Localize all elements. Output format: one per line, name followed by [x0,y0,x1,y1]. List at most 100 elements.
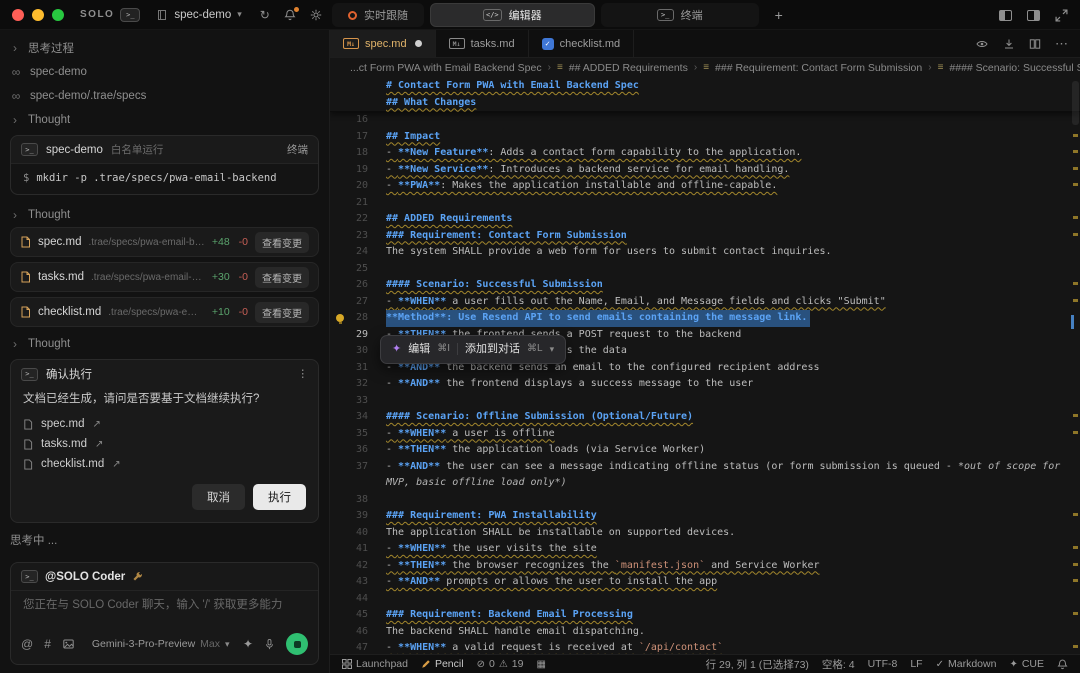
code-line[interactable]: # Contact Form PWA with Email Backend Sp… [330,78,1080,95]
tab-live-follow[interactable]: 实时跟随 [332,3,424,27]
code-line[interactable]: 39### Requirement: PWA Installability [330,508,1080,525]
file-change-row[interactable]: spec.md .trae/specs/pwa-email-backend/..… [10,227,319,257]
sidebar-item-thought[interactable]: › Thought [10,108,319,132]
stop-generation-button[interactable] [286,633,308,655]
code-line[interactable]: 27- **WHEN** a user fills out the Name, … [330,294,1080,311]
scrollbar-thumb[interactable] [1072,81,1079,125]
preview-icon[interactable] [975,38,989,50]
file-change-row[interactable]: checklist.md .trae/specs/pwa-email-back.… [10,297,319,327]
tools-icon[interactable] [132,571,143,582]
code-line[interactable]: 40The application SHALL be installable o… [330,525,1080,542]
code-line[interactable]: 16 [330,112,1080,129]
code-line[interactable]: 47- **WHEN** a valid request is received… [330,640,1080,654]
code-line[interactable]: 24The system SHALL provide a web form fo… [330,244,1080,261]
code-line[interactable]: 32- **AND** the frontend displays a succ… [330,376,1080,393]
workspace-selector[interactable]: spec-demo ▾ [156,9,241,21]
code-line[interactable]: 38 [330,492,1080,509]
code-line[interactable]: 19- **New Service**: Introduces a backen… [330,162,1080,179]
editor-tab-checklist[interactable]: ✓ checklist.md [529,30,635,57]
more-options-icon[interactable]: ⋮ [298,368,309,380]
code-line[interactable]: 44 [330,591,1080,608]
toggle-right-panel-icon[interactable] [1027,10,1040,21]
history-icon[interactable]: ↻ [260,8,270,22]
confirm-file-link[interactable]: tasks.md ↗ [11,434,318,454]
open-terminal-button[interactable]: 终端 [287,142,308,157]
more-actions-icon[interactable]: ⋯ [1055,36,1068,52]
indent-setting[interactable]: 空格: 4 [822,657,855,672]
context-icon[interactable]: # [44,637,51,651]
code-line[interactable]: 43- **AND** prompts or allows the user t… [330,574,1080,591]
model-selector[interactable]: Gemini-3-Pro-Preview Max ▾ [92,638,230,650]
code-line[interactable]: 41- **WHEN** the user visits the site [330,541,1080,558]
toggle-left-panel-icon[interactable] [999,10,1012,21]
breadcrumb-item[interactable]: ...ct Form PWA with Email Backend Spec [350,62,542,74]
split-editor-icon[interactable] [1029,38,1041,50]
breadcrumb-item[interactable]: #### Scenario: Successful Submission [949,62,1080,74]
lightbulb-icon[interactable] [336,314,344,322]
code-line[interactable]: 18- **New Feature**: Adds a contact form… [330,145,1080,162]
code-line[interactable]: 46The backend SHALL handle email dispatc… [330,624,1080,641]
code-line[interactable]: 37- **AND** the user can see a message i… [330,459,1080,476]
code-line[interactable]: 42- **THEN** the browser recognizes the … [330,558,1080,575]
cursor-position[interactable]: 行 29, 列 1 (已选择73) [706,657,809,672]
code-line[interactable]: 36- **THEN** the application loads (via … [330,442,1080,459]
file-change-row[interactable]: tasks.md .trae/specs/pwa-email-backend..… [10,262,319,292]
pencil-button[interactable]: Pencil [421,658,464,670]
tab-editor[interactable]: </> 编辑器 [430,3,595,27]
code-line[interactable]: 26#### Scenario: Successful Submission [330,277,1080,294]
chat-input[interactable]: 您正在与 SOLO Coder 聊天，输入 '/' 获取更多能力 [11,591,318,627]
zoom-window-button[interactable] [52,9,64,21]
sidebar-ref-specs-path[interactable]: ∞ spec-demo/.trae/specs [10,84,319,108]
code-line[interactable]: 35- **WHEN** a user is offline [330,426,1080,443]
collapse-window-icon[interactable] [1055,9,1068,22]
image-icon[interactable] [62,638,75,650]
close-window-button[interactable] [12,9,24,21]
problems-indicator[interactable]: ⊘ 0 ⚠ 19 [477,658,524,670]
editor-tab-spec[interactable]: M↓ spec.md [330,30,436,57]
chevron-down-icon[interactable]: ▾ [550,341,555,358]
code-line[interactable]: 28**Method**: Use Resend API to send ema… [330,310,1080,327]
view-changes-button[interactable]: 查看变更 [255,232,309,253]
overview-ruler[interactable] [1070,77,1080,654]
ports-icon[interactable]: ▦ [536,659,545,670]
enhance-prompt-icon[interactable]: ✦ [243,637,253,651]
sidebar-ref-spec-demo[interactable]: ∞ spec-demo [10,60,319,84]
code-line[interactable]: 33 [330,393,1080,410]
launchpad-button[interactable]: Launchpad [342,658,408,670]
code-line[interactable]: 17## Impact [330,129,1080,146]
code-line[interactable]: 20- **PWA**: Makes the application insta… [330,178,1080,195]
confirm-file-link[interactable]: checklist.md ↗ [11,454,318,474]
minimize-window-button[interactable] [32,9,44,21]
mention-icon[interactable]: @ [21,637,33,651]
add-tab-button[interactable]: + [765,3,793,27]
editor-tab-tasks[interactable]: M↓ tasks.md [436,30,529,57]
confirm-file-link[interactable]: spec.md ↗ [11,414,318,434]
code-line[interactable]: 34#### Scenario: Offline Submission (Opt… [330,409,1080,426]
settings-gear-icon[interactable] [310,9,322,21]
breadcrumb-item[interactable]: ### Requirement: Contact Form Submission [715,62,922,74]
run-button[interactable]: 执行 [253,484,306,510]
sidebar-item-thought[interactable]: › Thought [10,332,319,356]
sidebar-item-think-process[interactable]: › 思考过程 [10,36,319,60]
eol-setting[interactable]: LF [910,658,922,670]
add-to-chat-button[interactable]: 添加到对话 [465,341,520,358]
cue-indicator[interactable]: ✦ CUE [1009,658,1044,670]
code-line[interactable]: 45### Requirement: Backend Email Process… [330,607,1080,624]
code-line[interactable]: 22## ADDED Requirements [330,211,1080,228]
cancel-button[interactable]: 取消 [192,484,245,510]
tab-terminal[interactable]: >_ 终端 [601,3,759,27]
sidebar-item-thought[interactable]: › Thought [10,203,319,227]
breadcrumb-item[interactable]: ## ADDED Requirements [569,62,688,74]
download-icon[interactable] [1003,38,1015,50]
code-line[interactable]: 23### Requirement: Contact Form Submissi… [330,228,1080,245]
encoding-setting[interactable]: UTF-8 [868,658,898,670]
view-changes-button[interactable]: 查看变更 [255,302,309,323]
microphone-icon[interactable] [264,638,275,651]
code-line[interactable]: ## What Changes [330,95,1080,112]
view-changes-button[interactable]: 查看变更 [255,267,309,288]
code-line[interactable]: 25 [330,261,1080,278]
language-mode[interactable]: ✓ Markdown [936,658,997,670]
terminal-run-card[interactable]: >_ spec-demo 白名单运行 终端 $ mkdir -p .trae/s… [10,135,319,195]
solo-mode-indicator[interactable]: SOLO >_ [80,8,140,22]
notifications-icon[interactable] [284,9,296,21]
